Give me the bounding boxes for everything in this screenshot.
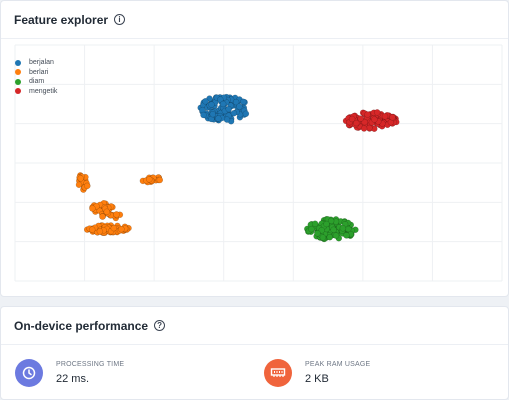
metric-processing-time: PROCESSING TIME 22 ms. bbox=[15, 359, 124, 387]
metric-label: PEAK RAM USAGE bbox=[305, 361, 371, 368]
legend-dot bbox=[15, 88, 21, 95]
data-point bbox=[99, 213, 106, 220]
data-point bbox=[348, 115, 356, 123]
data-point bbox=[360, 125, 368, 132]
data-point bbox=[314, 230, 321, 237]
data-point bbox=[215, 115, 222, 122]
data-point bbox=[219, 100, 227, 108]
series-berlari bbox=[75, 172, 164, 237]
legend-dot bbox=[15, 69, 21, 76]
performance-metrics: PROCESSING TIME 22 ms. PEAK RAM USAGE 2 … bbox=[1, 347, 508, 399]
metric-label: PROCESSING TIME bbox=[56, 361, 125, 368]
data-point bbox=[323, 220, 330, 228]
data-point bbox=[230, 109, 238, 117]
plot-points bbox=[75, 93, 400, 243]
data-point bbox=[326, 233, 333, 241]
data-point bbox=[330, 226, 337, 234]
legend-label: berjalan bbox=[29, 59, 54, 67]
plot-grid bbox=[14, 44, 503, 282]
data-point bbox=[118, 225, 125, 233]
data-point bbox=[236, 103, 243, 110]
performance-header: On-device performance ? bbox=[1, 307, 508, 345]
data-point bbox=[209, 110, 217, 118]
data-point bbox=[84, 182, 91, 190]
data-point bbox=[77, 175, 84, 182]
data-point bbox=[240, 98, 247, 105]
ram-icon bbox=[264, 359, 292, 387]
data-point bbox=[208, 101, 215, 108]
data-point bbox=[308, 225, 315, 233]
legend-label: berlari bbox=[29, 68, 49, 76]
clock-icon bbox=[15, 359, 43, 387]
data-point bbox=[374, 109, 381, 116]
data-point bbox=[202, 98, 209, 105]
data-point bbox=[242, 110, 250, 118]
help-icon[interactable]: ? bbox=[154, 320, 166, 331]
data-point bbox=[389, 114, 396, 121]
data-point bbox=[366, 124, 373, 132]
data-point bbox=[343, 232, 350, 239]
performance-title: On-device performance bbox=[14, 318, 149, 333]
series-berjalan bbox=[197, 93, 250, 125]
scatter-plot[interactable] bbox=[1, 39, 508, 297]
data-point bbox=[339, 225, 347, 232]
data-point bbox=[381, 113, 389, 120]
data-point bbox=[332, 232, 340, 239]
data-point bbox=[110, 224, 118, 232]
legend-item-berjalan[interactable]: berjalan bbox=[15, 58, 57, 68]
feature-explorer-header: Feature explorer i bbox=[1, 1, 508, 39]
data-point bbox=[75, 181, 83, 189]
legend-item-berlari[interactable]: berlari bbox=[15, 68, 57, 78]
chart-legend: berjalan berlari diam mengetik bbox=[15, 58, 57, 96]
data-point bbox=[113, 211, 120, 218]
feature-explorer-title: Feature explorer bbox=[14, 12, 109, 27]
data-point bbox=[364, 111, 371, 118]
data-point bbox=[146, 176, 153, 183]
legend-dot bbox=[15, 78, 21, 85]
metric-value: 2 KB bbox=[305, 373, 329, 385]
data-point bbox=[96, 228, 104, 235]
metric-value: 22 ms. bbox=[56, 373, 90, 385]
data-point bbox=[357, 115, 364, 122]
data-point bbox=[319, 234, 327, 241]
series-mengetik bbox=[342, 109, 400, 132]
feature-explorer-card: Feature explorer i berjalan berlari diam… bbox=[0, 0, 509, 297]
metric-peak-ram: PEAK RAM USAGE 2 KB bbox=[264, 359, 370, 387]
data-point bbox=[103, 208, 111, 216]
data-point bbox=[89, 205, 96, 212]
legend-label: diam bbox=[29, 78, 45, 86]
data-point bbox=[225, 105, 232, 113]
data-point bbox=[311, 220, 319, 227]
data-point bbox=[371, 116, 378, 123]
legend-item-diam[interactable]: diam bbox=[15, 77, 57, 87]
data-point bbox=[156, 176, 164, 184]
info-icon[interactable]: i bbox=[114, 14, 126, 25]
legend-label: mengetik bbox=[29, 87, 58, 95]
data-point bbox=[200, 111, 207, 119]
performance-card: On-device performance ? PROCESSING TIME … bbox=[0, 306, 509, 400]
series-diam bbox=[304, 215, 359, 243]
data-point bbox=[88, 226, 96, 233]
legend-dot bbox=[15, 59, 21, 66]
legend-item-mengetik[interactable]: mengetik bbox=[15, 87, 57, 97]
